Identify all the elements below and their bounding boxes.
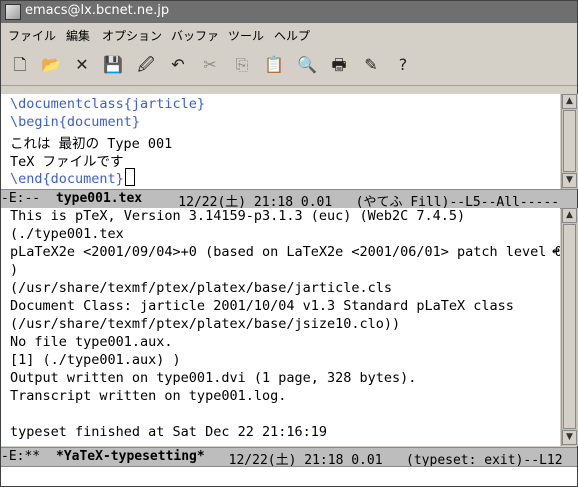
toolbar-separator [1, 86, 577, 94]
mode-line-editor[interactable]: -E:-- type001.tex 12/22(土) 21:18 0.01 (や… [1, 189, 577, 209]
scroll-up-arrow-icon[interactable]: ▲ [562, 208, 577, 223]
editor-scrollbar[interactable]: ▲ ▼ [561, 94, 578, 189]
cut-icon[interactable]: ✂ [199, 54, 221, 76]
scroll-down-arrow-icon[interactable]: ▼ [562, 173, 577, 188]
output-line: Output written on type001.dvi (1 page, 3… [10, 370, 417, 386]
emacs-window: emacs@lx.bcnet.ne.jp ファイル 編集 オプション バッファ … [0, 0, 578, 487]
editor-line-last: \end{document} [10, 168, 135, 187]
new-file-icon[interactable]: 🗋 [9, 54, 31, 76]
output-scrollbar[interactable]: ▲ ▼ [561, 208, 578, 446]
mode-line-output[interactable]: -E:** *YaTeX-typesetting* 12/22(土) 21:18… [1, 447, 577, 467]
output-line: This is pTeX, Version 3.14159-p3.1.3 (eu… [10, 208, 466, 224]
scroll-thumb[interactable] [563, 110, 576, 172]
customize-icon[interactable]: ✎ [360, 54, 382, 76]
menu-help[interactable]: ヘルプ [274, 27, 310, 44]
scroll-thumb[interactable] [563, 224, 576, 429]
save-icon[interactable]: 💾 [102, 54, 124, 76]
editor-line: これは 最初の Type 001 [10, 136, 173, 152]
window-title: emacs@lx.bcnet.ne.jp [25, 3, 170, 18]
output-line: ) [10, 262, 19, 278]
mode-line-prefix: -E:-- [1, 191, 56, 206]
menu-edit[interactable]: 編集 [66, 27, 90, 44]
mode-line-prefix: -E:** [1, 449, 56, 464]
paste-icon[interactable]: 📋 [263, 54, 285, 76]
menu-file[interactable]: ファイル [8, 27, 56, 44]
buffer-name[interactable]: *YaTeX-typesetting* [56, 449, 205, 464]
copy-icon[interactable]: ⎘ [231, 54, 253, 76]
buffer-name[interactable]: type001.tex [56, 191, 142, 206]
output-line: pLaTeX2e <2001/09/04>+0 (based on LaTeX2… [10, 244, 560, 260]
output-line: (/usr/share/texmf/ptex/platex/base/jarti… [10, 280, 393, 296]
editor-line: TeX ファイルです [10, 154, 124, 170]
save-as-icon[interactable]: 🖉 [135, 54, 157, 76]
scroll-up-arrow-icon[interactable]: ▲ [562, 94, 577, 109]
output-line: No file type001.aux. [10, 334, 173, 350]
search-icon[interactable]: 🔍 [296, 54, 318, 76]
output-line: (/usr/share/texmf/ptex/platex/base/jsize… [10, 316, 401, 332]
editor-pane[interactable]: \documentclass{jarticle} \begin{document… [1, 94, 560, 189]
mode-line-status: 12/22(土) 21:18 0.01 (typeset: exit)--L12 [213, 453, 563, 467]
undo-icon[interactable]: ↶ [167, 54, 189, 76]
line-wrap-icon: ↩ [552, 244, 560, 259]
text-cursor [124, 168, 135, 186]
output-line: [1] (./type001.aux) ) [10, 352, 181, 368]
output-line: Transcript written on type001.log. [10, 388, 287, 404]
scroll-down-arrow-icon[interactable]: ▼ [562, 430, 577, 445]
menu-tools[interactable]: ツール [228, 27, 264, 44]
output-line: (./type001.tex [10, 226, 124, 242]
toolbar: 🗋 📂 ✕ 💾 🖉 ↶ ✂ ⎘ 📋 🔍 🖶 ✎ ? [1, 45, 577, 86]
title-bar[interactable]: emacs@lx.bcnet.ne.jp [1, 1, 577, 23]
menu-buffers[interactable]: バッファ [171, 27, 219, 44]
editor-line: \begin{document} [10, 114, 141, 130]
mode-line-status: 12/22(土) 21:18 0.01 (やてふ Fill)--L5--All-… [147, 195, 560, 209]
print-icon[interactable]: 🖶 [328, 54, 350, 76]
minibuffer[interactable] [1, 467, 577, 486]
menu-bar: ファイル 編集 オプション バッファ ツール ヘルプ [1, 23, 577, 45]
help-icon[interactable]: ? [392, 54, 414, 76]
editor-line: \end{document} [10, 171, 124, 187]
editor-line: \documentclass{jarticle} [10, 96, 206, 112]
window-menu-icon[interactable] [5, 4, 21, 20]
menu-options[interactable]: オプション [102, 27, 162, 44]
output-line: Document Class: jarticle 2001/10/04 v1.3… [10, 298, 514, 314]
open-folder-icon[interactable]: 📂 [40, 54, 62, 76]
output-line: typeset finished at Sat Dec 22 21:16:19 [10, 424, 327, 440]
typesetting-output-pane[interactable]: This is pTeX, Version 3.14159-p3.1.3 (eu… [1, 208, 560, 446]
close-icon[interactable]: ✕ [71, 54, 93, 76]
